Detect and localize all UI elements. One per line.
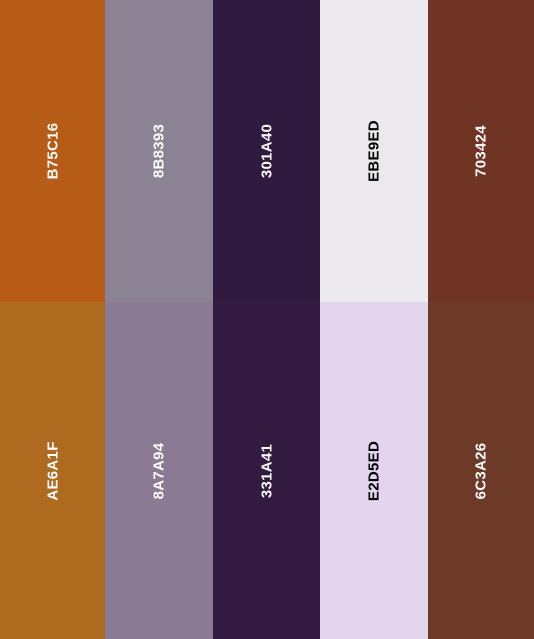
swatch-top-4: EBE9ED xyxy=(320,0,428,302)
palette-row-top: B75C16 8B8393 301A40 EBE9ED 703424 xyxy=(0,0,534,302)
swatch-top-2: 8B8393 xyxy=(105,0,213,302)
color-palette: B75C16 8B8393 301A40 EBE9ED 703424 AE6A1… xyxy=(0,0,534,639)
palette-row-bottom: AE6A1F 8A7A94 331A41 E2D5ED 6C3A26 xyxy=(0,302,534,639)
swatch-code: 8B8393 xyxy=(150,123,168,179)
swatch-bottom-2: 8A7A94 xyxy=(105,302,213,639)
swatch-code: AE6A1F xyxy=(44,440,61,501)
swatch-code: 8A7A94 xyxy=(150,442,168,499)
swatch-top-5: 703424 xyxy=(428,0,534,302)
swatch-code: 301A40 xyxy=(258,123,275,179)
swatch-bottom-4: E2D5ED xyxy=(320,302,428,639)
swatch-code: EBE9ED xyxy=(365,120,383,182)
swatch-top-3: 301A40 xyxy=(213,0,320,302)
swatch-bottom-3: 331A41 xyxy=(213,302,320,639)
swatch-top-1: B75C16 xyxy=(0,0,105,302)
swatch-code: 703424 xyxy=(472,125,490,177)
swatch-code: 6C3A26 xyxy=(472,442,490,499)
swatch-code: 331A41 xyxy=(258,443,275,498)
swatch-code: E2D5ED xyxy=(365,440,383,501)
swatch-bottom-5: 6C3A26 xyxy=(428,302,534,639)
swatch-bottom-1: AE6A1F xyxy=(0,302,105,639)
swatch-code: B75C16 xyxy=(44,122,61,180)
